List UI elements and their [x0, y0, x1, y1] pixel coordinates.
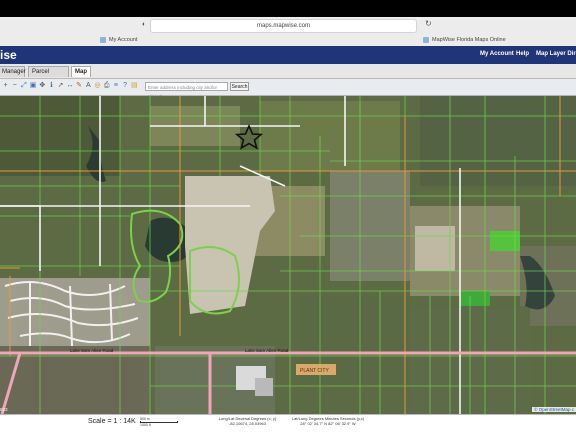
buffer-icon[interactable]: ◎ — [94, 82, 101, 90]
road-label: Lake Sam Allen Road — [245, 348, 289, 353]
nav-help[interactable]: Help — [516, 50, 529, 58]
tab-manager[interactable]: Manager — [0, 66, 26, 77]
map-attribution[interactable]: © OpenStreetMap c — [532, 407, 576, 412]
layers-icon[interactable]: ≡ — [112, 82, 119, 90]
tab-parcel-details[interactable]: Parcel Details — [28, 66, 69, 86]
print-icon[interactable]: ⎙ — [103, 82, 110, 90]
place-label: PLANT CITY — [300, 368, 329, 374]
scale-bar-bottom-label: 1000 ft — [140, 423, 151, 427]
tab-map[interactable]: Map — [71, 66, 91, 77]
reload-icon[interactable]: ↻ — [425, 19, 432, 28]
zoom-in-icon[interactable]: + — [2, 82, 9, 90]
notes-icon[interactable]: ▤ — [131, 82, 138, 90]
zoom-box-icon[interactable]: ▣ — [30, 82, 37, 90]
pan-icon[interactable]: ✥ — [39, 82, 46, 90]
latlon-dms: Lat/Long Degrees Minutes Seconds (y,x) 2… — [283, 416, 373, 426]
identify-icon[interactable]: ℹ — [48, 82, 55, 90]
draw-icon[interactable]: ✎ — [76, 82, 83, 90]
scale-bar: 500 m 1000 ft — [140, 417, 180, 427]
app-logo: ise — [0, 48, 17, 62]
dms-value: 28° 02' 34.7" N 82° 06' 32.9" W — [300, 421, 356, 426]
latlon-value: -82.10674, 28.03963 — [229, 421, 266, 426]
browser-tab-my-account[interactable]: My Account — [100, 36, 270, 45]
favicon-icon — [423, 36, 429, 43]
address-bar[interactable]: maps.mapwise.com — [150, 19, 417, 33]
zoom-out-icon[interactable]: − — [11, 82, 18, 90]
latlon-decimal: Long/Lat Decimal Degrees (x, y) -82.1067… — [215, 416, 280, 426]
label-icon[interactable]: A — [85, 82, 92, 90]
address-search-input[interactable]: Enter address including city and/or zipc… — [145, 82, 228, 99]
select-icon[interactable]: ➚ — [57, 82, 64, 90]
browser-toolbar: ◐ maps.mapwise.com ↻ My Account MapWise … — [0, 17, 576, 47]
help-icon[interactable]: ? — [122, 82, 129, 90]
window-top-bar — [0, 0, 576, 17]
zoom-extent-icon[interactable]: ⤢ — [20, 82, 27, 90]
search-button[interactable]: Search — [230, 82, 249, 91]
map-canvas[interactable]: Lake Sam Allen Road Lake Sam Allen Road … — [0, 96, 576, 414]
favicon-icon — [100, 36, 106, 43]
measure-icon[interactable]: ↔ — [66, 82, 73, 90]
road-label: Lake Sam Allen Road — [70, 348, 114, 353]
corner-number: 823 — [0, 407, 8, 412]
scale-text: Scale = 1 : 14K — [88, 418, 136, 425]
nav-map-layer-directory[interactable]: Map Layer Directo — [536, 50, 576, 58]
nav-my-account[interactable]: My Account — [480, 50, 514, 58]
browser-tab-mapwise[interactable]: MapWise Florida Maps Online — [423, 36, 573, 45]
site-info-icon[interactable]: ◐ — [142, 21, 150, 29]
map-view[interactable]: Lake Sam Allen Road Lake Sam Allen Road … — [0, 96, 576, 414]
